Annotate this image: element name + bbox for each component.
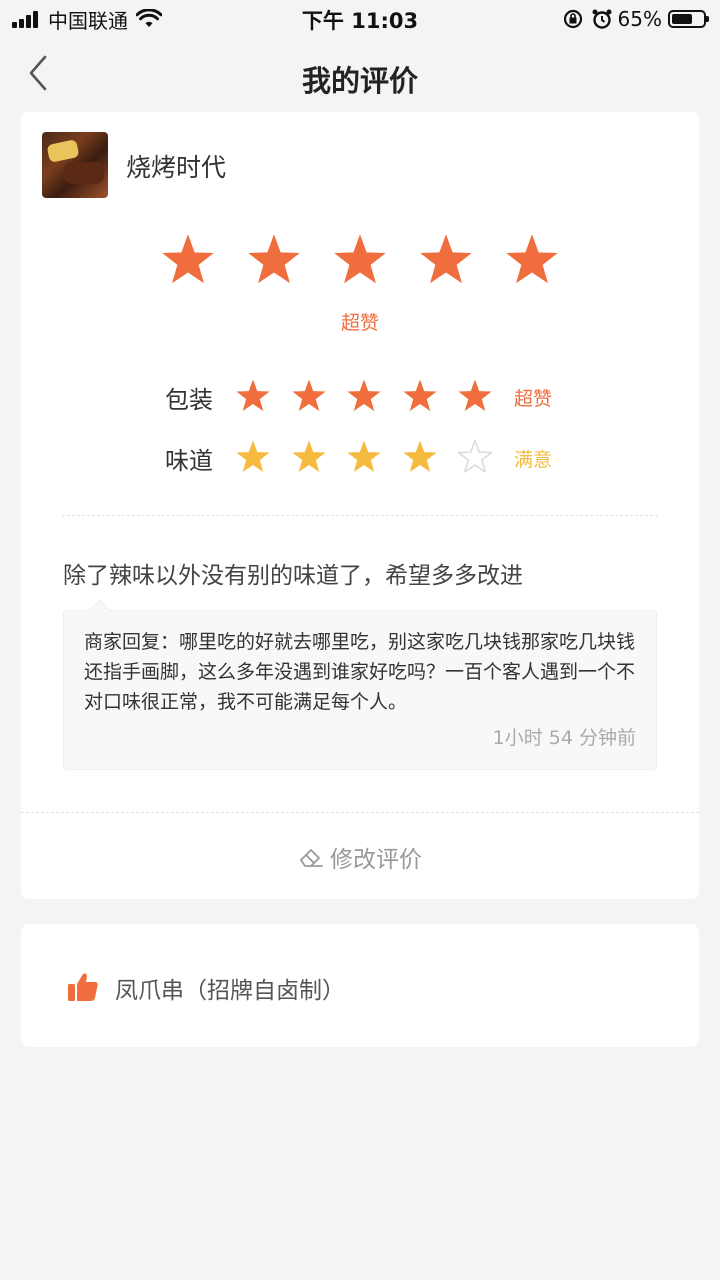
star-filled-icon: [420, 234, 472, 284]
star-filled-icon: [291, 440, 326, 472]
shop-thumbnail[interactable]: [42, 132, 108, 198]
star-filled-icon: [236, 379, 270, 411]
overall-rating: [21, 232, 699, 288]
liked-dish-card: 凤爪串（招牌自卤制）: [21, 924, 699, 1047]
star-filled-icon: [334, 234, 386, 284]
star-filled-icon: [402, 379, 437, 411]
rating-row-packaging: 包装 超赞: [21, 374, 699, 418]
page-title: 我的评价: [301, 64, 418, 98]
star-filled-icon: [236, 440, 270, 472]
rotation-lock-icon: [563, 9, 582, 29]
star-filled-icon: [402, 440, 437, 472]
merchant-reply-time: 1小时 54 分钟前: [492, 727, 636, 749]
divider: [62, 515, 658, 516]
star-filled-icon: [291, 379, 326, 411]
eraser-icon: [300, 849, 323, 867]
overall-rating-label: 超赞: [340, 312, 379, 334]
edit-review-button[interactable]: 修改评价: [21, 837, 699, 877]
star-filled-icon: [506, 234, 558, 284]
divider: [21, 812, 699, 813]
rating-stars: [235, 378, 513, 414]
star-filled-icon: [248, 234, 300, 284]
rating-stars: [235, 439, 513, 475]
status-bar: 中国联通 下午 11:03 65%: [0, 0, 720, 38]
rating-row-label: 包装: [165, 386, 213, 414]
rating-row-value: 满意: [514, 449, 553, 471]
battery-percent: 65%: [617, 7, 662, 31]
merchant-reply: 商家回复：哪里吃的好就去哪里吃，别这家吃几块钱那家吃几块钱还指手画脚，这么多年没…: [63, 610, 657, 770]
star-empty-icon: [457, 439, 493, 473]
battery-fill: [672, 14, 692, 24]
star-filled-icon: [458, 379, 492, 411]
nav-bar: 我的评价: [0, 38, 720, 114]
rating-row-value: 超赞: [514, 388, 553, 410]
rating-row-taste: 味道 满意: [21, 435, 699, 479]
edit-review-label: 修改评价: [330, 847, 422, 873]
battery-icon: [668, 10, 709, 28]
review-comment: 除了辣味以外没有别的味道了，希望多多改进: [63, 563, 523, 589]
shop-name[interactable]: 烧烤时代: [126, 148, 226, 184]
star-filled-icon: [347, 379, 381, 411]
thumbs-up-icon: [68, 973, 98, 1001]
review-card: 烧烤时代 超赞 包装 超赞 味道 满意 除了辣味以外没有别的味道了，希望多多改进…: [21, 112, 699, 899]
alarm-icon: [592, 9, 612, 29]
rating-row-label: 味道: [165, 447, 213, 475]
status-right: 65%: [562, 6, 709, 32]
liked-dish-name: 凤爪串（招牌自卤制）: [115, 978, 345, 1004]
star-filled-icon: [347, 440, 381, 472]
star-filled-icon: [162, 234, 214, 284]
merchant-reply-text: 商家回复：哪里吃的好就去哪里吃，别这家吃几块钱那家吃几块钱还指手画脚，这么多年没…: [84, 631, 636, 713]
